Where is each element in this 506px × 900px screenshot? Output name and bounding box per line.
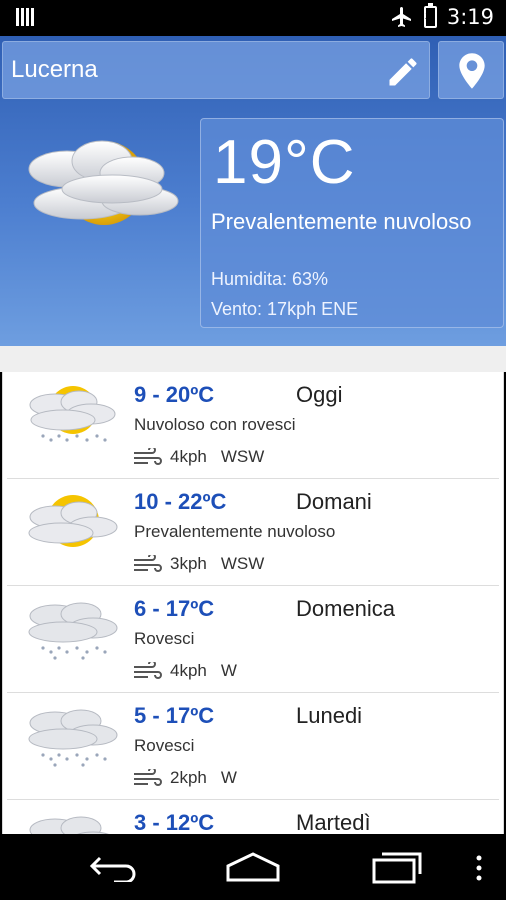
back-icon[interactable]	[88, 852, 138, 882]
wind-icon	[134, 662, 162, 679]
condition-text: Prevalentemente nuvoloso	[134, 522, 336, 541]
clock: 3:19	[446, 5, 494, 29]
condition-text: Rovesci	[134, 629, 195, 648]
day-label: Domenica	[296, 596, 396, 621]
wind-speed: 4kph	[170, 447, 207, 466]
recent-apps-icon[interactable]	[370, 850, 422, 884]
condition-text: Nuvoloso con rovesci	[134, 415, 296, 434]
partly-cloudy-icon	[28, 495, 118, 547]
forecast-row[interactable]: 9 - 20ºC Oggi Nuvoloso con rovesci 4kph …	[7, 372, 499, 479]
partly-cloudy-showers-icon	[29, 386, 116, 442]
day-label: Martedì	[296, 810, 371, 834]
wind-info: 4kph W	[132, 661, 237, 681]
temperature-range: 5 - 17ºC	[134, 703, 215, 728]
location-pin-icon	[459, 53, 485, 89]
wind-speed: 3kph	[170, 554, 207, 573]
city-search-bar[interactable]: Lucerna	[2, 41, 430, 99]
current-temperature: 19°C	[213, 128, 356, 197]
partly-cloudy-icon	[28, 140, 179, 225]
forecast-row[interactable]: 3 - 12ºC Martedì	[7, 800, 499, 834]
current-conditions-card: 19°C Prevalentemente nuvoloso Humidita: …	[200, 118, 504, 328]
condition-text: Rovesci	[134, 736, 195, 755]
overflow-menu-icon[interactable]	[474, 854, 484, 882]
wind-icon	[134, 448, 162, 465]
wind-direction: W	[220, 661, 237, 680]
wind-speed: 4kph	[170, 661, 207, 680]
wind-direction: W	[220, 768, 237, 787]
wind-icon	[134, 555, 162, 572]
showers-icon	[29, 816, 109, 834]
battery-charging-icon	[423, 3, 437, 28]
location-button[interactable]	[438, 41, 504, 99]
wind-direction: WSW	[220, 554, 265, 573]
current-condition: Prevalentemente nuvoloso	[211, 209, 472, 234]
forecast-list[interactable]: 9 - 20ºC Oggi Nuvoloso con rovesci 4kph …	[2, 372, 504, 834]
day-label: Lunedi	[296, 703, 363, 728]
current-weather-header: Lucerna 19°C Prevalentemente nuvoloso Hu…	[0, 36, 506, 346]
edit-pencil-icon[interactable]	[385, 54, 421, 90]
system-nav-bar	[0, 834, 506, 900]
temperature-range: 10 - 22ºC	[134, 489, 227, 514]
wind-info: 4kph WSW	[132, 447, 264, 467]
wind-icon	[134, 769, 162, 786]
forecast-row[interactable]: 10 - 22ºC Domani Prevalentemente nuvolos…	[7, 479, 499, 586]
signal-bars-icon	[16, 8, 36, 28]
wind-info: 3kph WSW	[132, 554, 264, 574]
showers-icon	[28, 602, 118, 660]
day-label: Domani	[296, 489, 372, 514]
forecast-row[interactable]: 5 - 17ºC Lunedi Rovesci 2kph W	[7, 693, 499, 800]
home-icon[interactable]	[224, 850, 282, 882]
current-humidity: Humidita: 63%	[211, 269, 329, 289]
temperature-range: 9 - 20ºC	[134, 382, 215, 407]
airplane-mode-icon	[391, 7, 411, 27]
showers-icon	[28, 709, 118, 767]
divider	[0, 346, 506, 372]
temperature-range: 3 - 12ºC	[134, 810, 215, 834]
current-wind: Vento: 17kph ENE	[211, 299, 359, 319]
forecast-row[interactable]: 6 - 17ºC Domenica Rovesci 4kph W	[7, 586, 499, 693]
wind-speed: 2kph	[170, 768, 207, 787]
status-bar: 3:19	[0, 0, 506, 36]
temperature-range: 6 - 17ºC	[134, 596, 215, 621]
status-right: 3:19	[390, 3, 494, 29]
wind-info: 2kph W	[132, 768, 237, 788]
wind-direction: WSW	[220, 447, 265, 466]
day-label: Oggi	[296, 382, 343, 407]
city-name[interactable]: Lucerna	[11, 56, 98, 84]
